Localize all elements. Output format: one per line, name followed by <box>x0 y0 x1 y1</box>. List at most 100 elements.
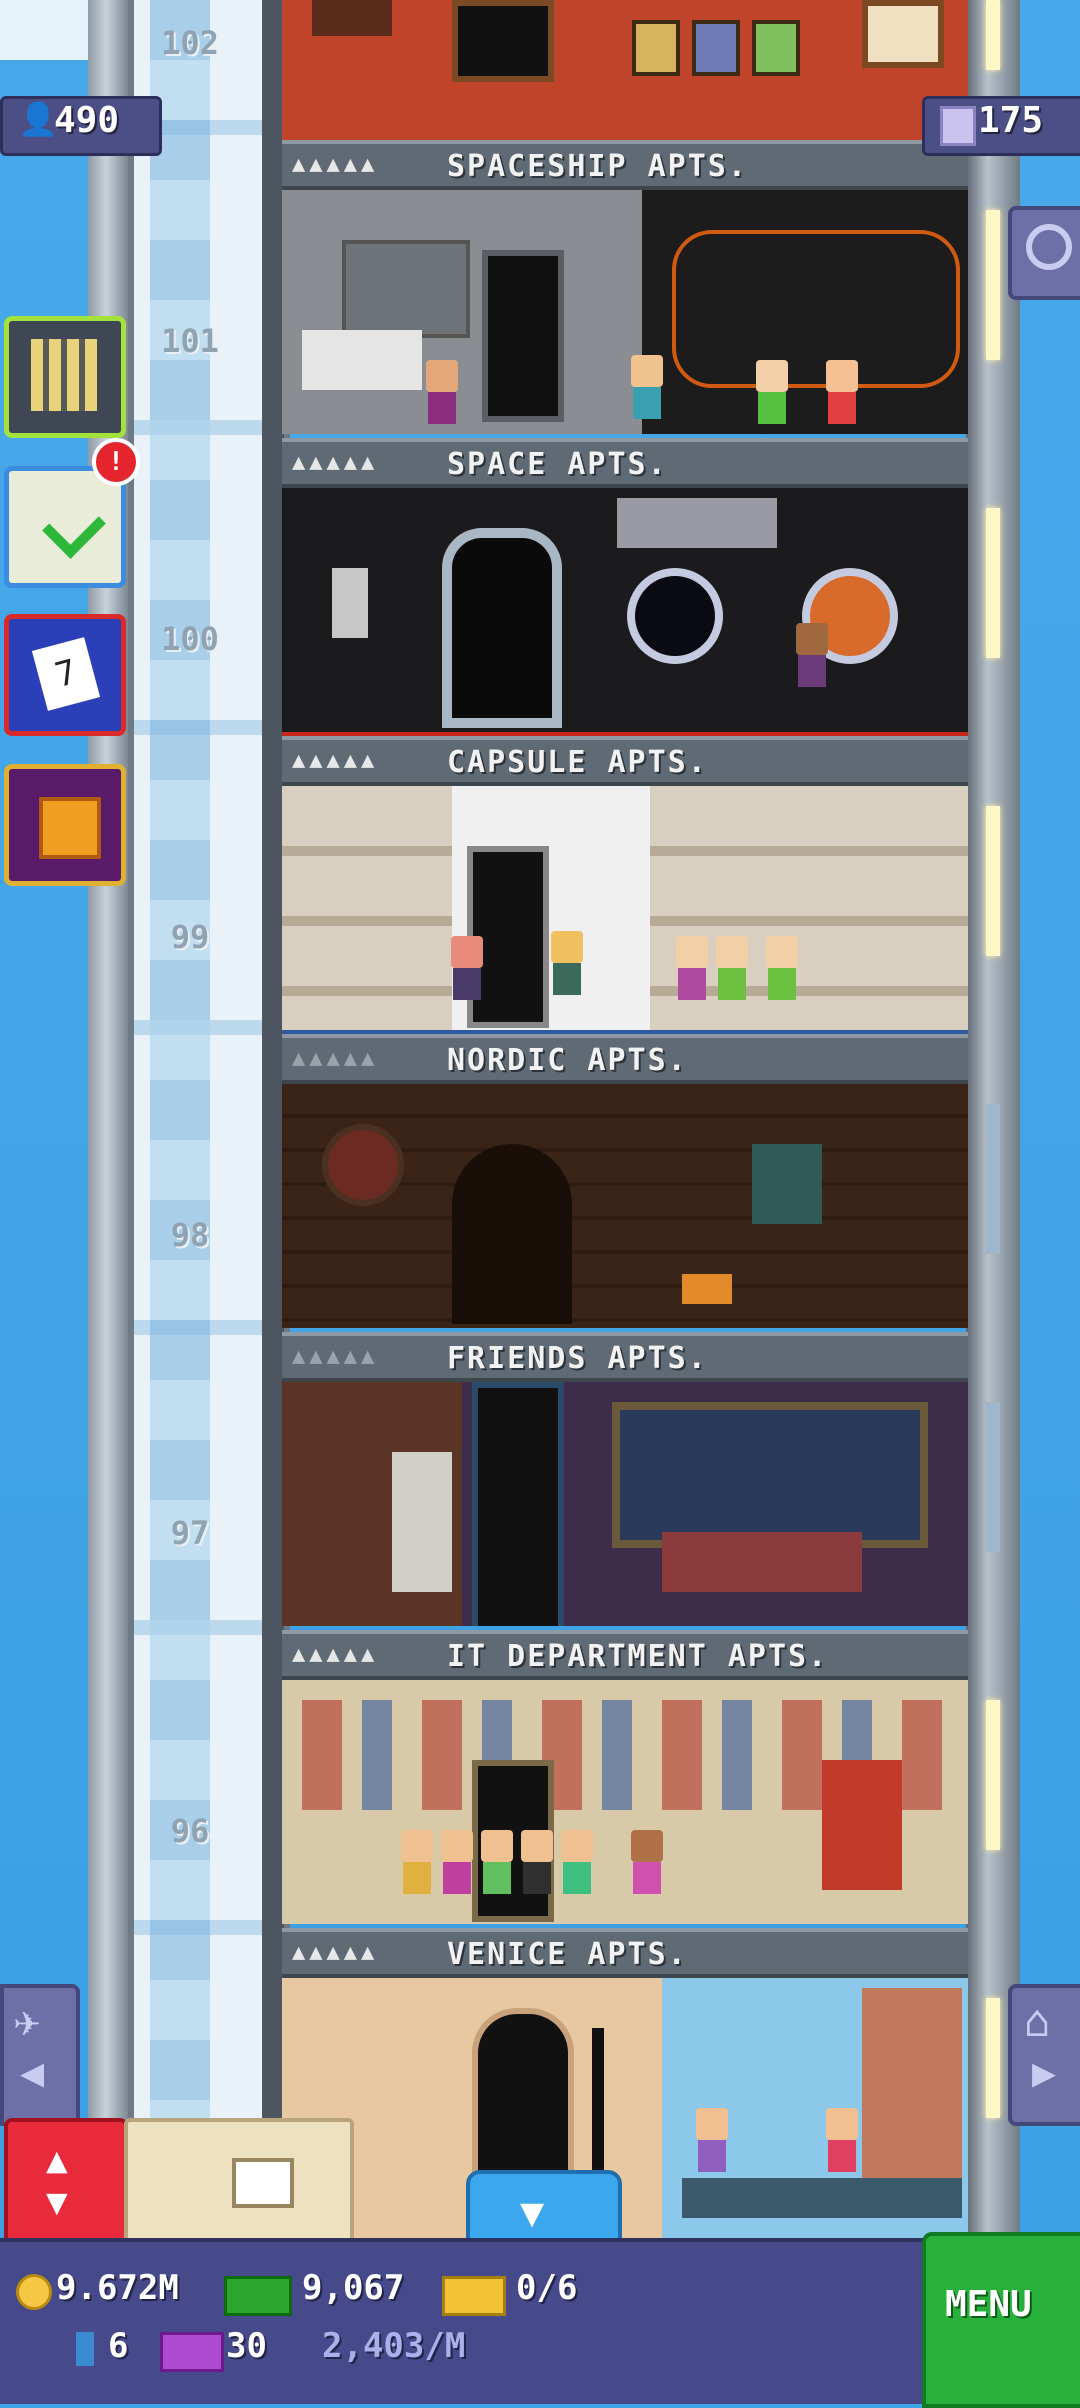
room-brick[interactable] <box>282 0 968 146</box>
floor-name: CAPSULE APTS. <box>447 745 708 780</box>
bitizen[interactable] <box>477 1830 517 1894</box>
floor-name: VENICE APTS. <box>447 1937 688 1972</box>
building-icon <box>940 106 976 146</box>
gift-icon <box>39 797 101 859</box>
room-nordic[interactable] <box>282 1084 968 1328</box>
buildings-button[interactable] <box>4 316 126 438</box>
bitizen[interactable] <box>557 1830 597 1894</box>
floor-number-102: 102 <box>161 24 219 62</box>
floor-number-101: 101 <box>161 322 219 360</box>
airplane-nav-button[interactable]: ✈ ◀ <box>0 1984 80 2126</box>
bitizen[interactable] <box>692 2108 732 2172</box>
bitizen[interactable] <box>397 1830 437 1894</box>
room-it-department[interactable] <box>282 1680 968 1924</box>
bitizen[interactable] <box>627 355 667 419</box>
bitizen[interactable] <box>792 623 832 687</box>
down-arrow-icon: ▼ <box>46 2182 68 2223</box>
wall-panel <box>342 240 470 338</box>
floor-count-value: 175 <box>978 100 1044 141</box>
fridge <box>392 1452 452 1592</box>
large-window <box>612 1402 928 1548</box>
key-icon <box>76 2332 94 2366</box>
floor-number-96: 96 <box>170 1812 210 1850</box>
floor-number-99: 99 <box>170 918 210 956</box>
bitizen[interactable] <box>822 2108 862 2172</box>
bitizen[interactable] <box>517 1830 557 1894</box>
airplane-icon: ✈ <box>14 1996 41 2047</box>
room-spaceship[interactable] <box>282 190 968 434</box>
search-button[interactable] <box>1008 206 1080 300</box>
picture-frame <box>632 20 680 76</box>
star-rating: ▲▲▲▲▲ <box>292 1046 379 1071</box>
bitizen[interactable] <box>822 360 862 424</box>
calendar-button[interactable]: 7 <box>4 614 126 736</box>
bitizen[interactable] <box>762 936 802 1000</box>
control-panel <box>332 568 368 638</box>
porthole-window <box>627 568 723 664</box>
star-rating: ▲▲▲▲▲ <box>292 1940 379 1965</box>
capsule-pods <box>282 786 452 1030</box>
bitizen[interactable] <box>447 936 487 1000</box>
hologram-display <box>672 230 960 388</box>
bux-value: 9,067 <box>302 2268 405 2308</box>
bitizen[interactable] <box>547 931 587 995</box>
home-icon: ⌂ <box>1024 1996 1051 2047</box>
bitizen[interactable] <box>437 1830 477 1894</box>
notification-badge: ! <box>92 438 140 486</box>
seats <box>302 330 422 390</box>
shield-icon <box>322 1124 404 1206</box>
person-icon: 👤 <box>18 100 58 138</box>
floor-name: FRIENDS APTS. <box>447 1341 708 1376</box>
room-venice[interactable] <box>282 1978 968 2240</box>
room-space[interactable] <box>282 488 968 740</box>
chevron-right-icon: ▶ <box>1032 2050 1057 2096</box>
venice-building <box>862 1988 962 2208</box>
doorway <box>472 1382 564 1626</box>
coin-icon <box>16 2274 52 2310</box>
bitizen[interactable] <box>627 1830 667 1894</box>
ticket-icon <box>442 2276 506 2316</box>
vip-icon <box>160 2332 224 2372</box>
star-rating: ▲▲▲▲▲ <box>292 152 379 177</box>
star-rating: ▲▲▲▲▲ <box>292 748 379 773</box>
bitizen[interactable] <box>422 360 462 424</box>
red-door <box>822 1760 902 1890</box>
tickets-value: 0/6 <box>516 2268 578 2308</box>
build-floor-button[interactable] <box>124 2118 354 2248</box>
arched-doorway <box>452 1144 572 1324</box>
bitizen[interactable] <box>672 936 712 1000</box>
shelf <box>312 0 392 36</box>
room-capsule[interactable] <box>282 786 968 1036</box>
star-rating: ▲▲▲▲▲ <box>292 1642 379 1667</box>
building-grid-icon <box>31 339 97 411</box>
room-friends[interactable] <box>282 1382 968 1626</box>
bitizen[interactable] <box>752 360 792 424</box>
canal-water <box>682 2178 962 2218</box>
keys-value: 6 <box>108 2326 129 2366</box>
cloud <box>0 0 90 60</box>
couch <box>662 1532 862 1592</box>
home-nav-button[interactable]: ⌂ ▶ <box>1008 1984 1080 2126</box>
floor-label: ▲▲▲▲▲ SPACESHIP APTS. <box>282 140 968 190</box>
menu-label: MENU <box>945 2284 1032 2325</box>
floor-name: NORDIC APTS. <box>447 1043 688 1078</box>
window-light <box>986 0 1000 70</box>
floor-label: ▲▲▲▲▲ SPACE APTS. <box>282 438 968 488</box>
search-icon <box>1026 224 1072 270</box>
bitizen[interactable] <box>712 936 752 1000</box>
window-light <box>986 210 1000 360</box>
chevron-down-icon: ▼ <box>520 2190 545 2236</box>
floor-number-97: 97 <box>170 1514 210 1552</box>
population-value: 490 <box>54 100 120 141</box>
fire-icon <box>682 1274 732 1304</box>
floor-name: IT DEPARTMENT APTS. <box>447 1639 829 1674</box>
income-rate: 2,403/M <box>322 2326 466 2366</box>
floor-name: SPACE APTS. <box>447 447 668 482</box>
elevator-rail <box>262 0 284 2240</box>
floor-label: ▲▲▲▲▲ CAPSULE APTS. <box>282 736 968 786</box>
window-light <box>986 1402 1000 1552</box>
elevator-button[interactable]: ▲ ▼ <box>4 2118 128 2248</box>
vip-value: 30 <box>226 2326 267 2366</box>
star-rating: ▲▲▲▲▲ <box>292 1344 379 1369</box>
gift-button[interactable] <box>4 764 126 886</box>
